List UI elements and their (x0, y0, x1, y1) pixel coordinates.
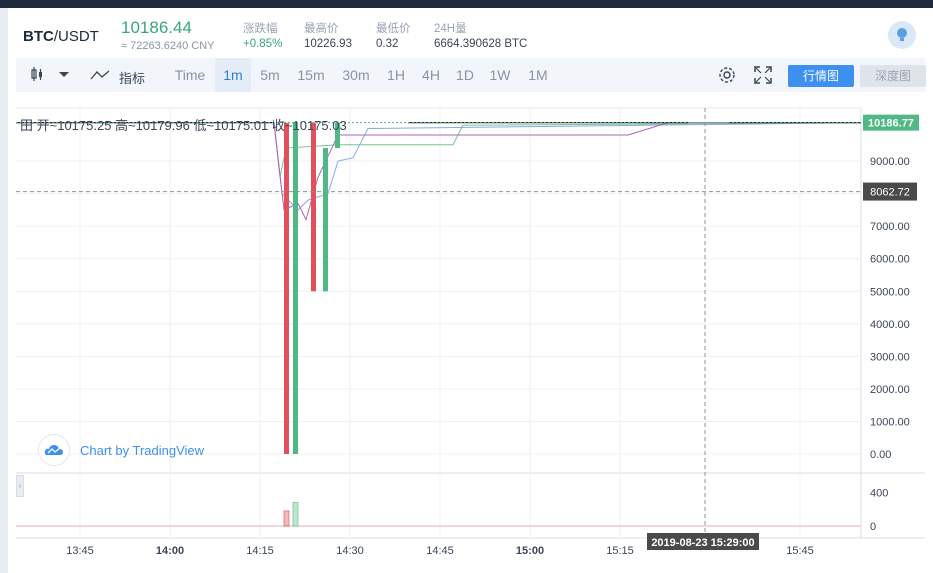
candle (311, 122, 316, 292)
price-tick-label: 7000.00 (870, 221, 910, 233)
price-tick-label: 3000.00 (870, 351, 910, 363)
ma-line-purple (16, 122, 861, 222)
ma-line-blue (16, 122, 862, 211)
volume-tick-label: 400 (870, 487, 888, 499)
ohlc-legend: 田 开~10175.25 高~10179.96 低~10175.01 收~101… (20, 115, 347, 134)
time-tick-label: 15:00 (516, 545, 544, 557)
candles (16, 122, 861, 455)
chart-panel: BTC/USDT 10186.44 ≈ 72263.6240 CNY 涨跌幅 +… (8, 8, 933, 573)
top-bar (0, 0, 933, 8)
tradingview-cloud-icon (38, 434, 70, 466)
price-tick-label: 2000.00 (870, 384, 910, 396)
moving-average-lines (16, 122, 862, 222)
time-tick-label: 14:00 (156, 545, 184, 557)
chart-grid (16, 107, 925, 539)
last-price-label: 10186.77 (868, 118, 914, 130)
crosshair-price-label: 8062.72 (870, 187, 910, 199)
price-tick-label: 4000.00 (870, 319, 910, 331)
price-tick-label: 5000.00 (870, 286, 910, 298)
price-tick-label: 1000.00 (870, 416, 910, 428)
time-tick-label: 14:15 (246, 545, 274, 557)
time-tick-label: 15:15 (606, 545, 634, 557)
price-tick-label: 9000.00 (870, 156, 910, 168)
time-tick-label: 15:45 (786, 545, 814, 557)
time-tick-label: 14:45 (426, 545, 454, 557)
legend-icon: 田 (20, 118, 37, 133)
price-chart[interactable]: 9000.008000.007000.006000.005000.004000.… (8, 8, 933, 573)
ohlc-values: 开~10175.25 高~10179.96 低~10175.01 收~10175… (36, 118, 347, 133)
candle (284, 122, 289, 455)
price-tick-label: 0.00 (870, 449, 891, 461)
volume-tick-label: 0 (870, 521, 876, 533)
volume-bar (292, 502, 299, 527)
time-tick-label: 14:30 (336, 545, 364, 557)
chart-axes: 9000.008000.007000.006000.005000.004000.… (16, 108, 919, 557)
crosshair-time-label: 2019-08-23 15:29:00 (651, 537, 754, 549)
tradingview-watermark[interactable]: Chart by TradingView (38, 434, 205, 466)
candle (323, 148, 328, 292)
watermark-text: Chart by TradingView (80, 442, 205, 458)
volume-bar (283, 510, 290, 527)
collapse-tab[interactable]: › (16, 475, 24, 497)
price-tick-label: 6000.00 (870, 254, 910, 266)
candle (293, 122, 298, 455)
volume-bars (16, 502, 861, 527)
time-tick-label: 13:45 (66, 545, 94, 557)
